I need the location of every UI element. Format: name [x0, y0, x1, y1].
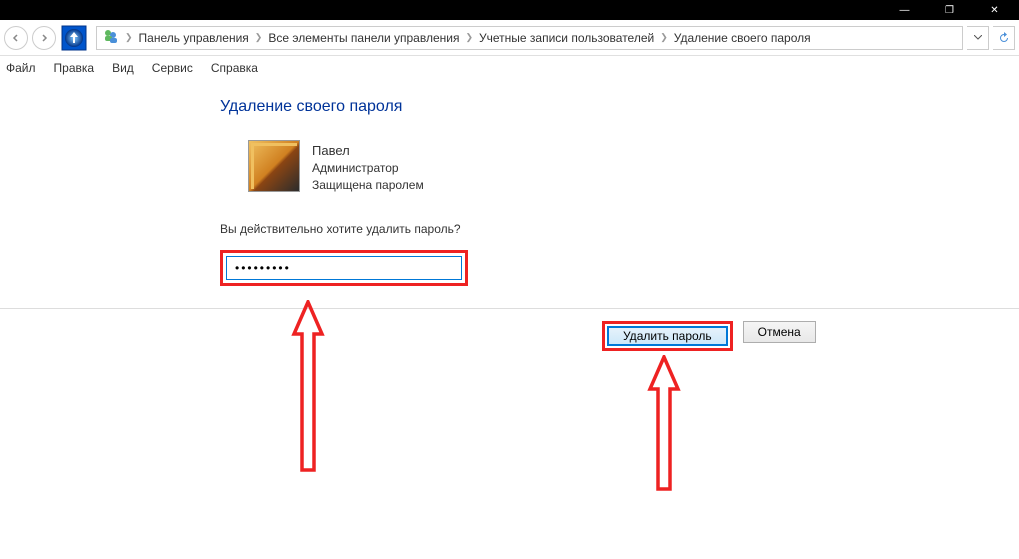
toolbar: ❯ Панель управления ❯ Все элементы панел…: [0, 20, 1019, 56]
user-role: Администратор: [312, 160, 424, 177]
chevron-right-icon: ❯: [255, 32, 263, 43]
refresh-button[interactable]: [993, 26, 1015, 50]
breadcrumb-item-0[interactable]: Панель управления: [139, 31, 249, 45]
button-row: Удалить пароль Отмена: [0, 309, 1019, 351]
dropdown-button[interactable]: [967, 26, 989, 50]
chevron-right-icon: ❯: [660, 32, 668, 43]
highlight-box-delete: Удалить пароль: [602, 321, 733, 351]
menu-file[interactable]: Файл: [6, 61, 36, 75]
menubar: Файл Правка Вид Сервис Справка: [0, 56, 1019, 80]
address-bar[interactable]: ❯ Панель управления ❯ Все элементы панел…: [96, 26, 963, 50]
menu-view[interactable]: Вид: [112, 61, 134, 75]
user-status: Защищена паролем: [312, 177, 424, 194]
window-titlebar: — ❐ ✕: [0, 0, 1019, 20]
cancel-button[interactable]: Отмена: [743, 321, 816, 343]
breadcrumb-item-1[interactable]: Все элементы панели управления: [268, 31, 459, 45]
user-name: Павел: [312, 142, 424, 160]
breadcrumb-item-2[interactable]: Учетные записи пользователей: [479, 31, 654, 45]
page-title: Удаление своего пароля: [220, 98, 1019, 116]
highlight-box-password: [220, 250, 468, 286]
close-button[interactable]: ✕: [972, 0, 1017, 20]
users-icon: [103, 28, 119, 47]
up-square-icon[interactable]: [60, 24, 88, 52]
arrow-annotation-icon: [644, 355, 684, 493]
main-content: Удаление своего пароля Павел Администрат…: [0, 80, 1019, 292]
chevron-right-icon: ❯: [125, 32, 133, 43]
user-avatar-icon: [248, 140, 300, 192]
password-input[interactable]: [226, 256, 462, 280]
user-block: Павел Администратор Защищена паролем: [248, 140, 1019, 194]
delete-password-button[interactable]: Удалить пароль: [607, 326, 728, 346]
menu-edit[interactable]: Правка: [54, 61, 95, 75]
menu-service[interactable]: Сервис: [152, 61, 193, 75]
maximize-button[interactable]: ❐: [927, 0, 972, 20]
back-button[interactable]: [4, 26, 28, 50]
forward-button[interactable]: [32, 26, 56, 50]
prompt-text: Вы действительно хотите удалить пароль?: [220, 222, 1019, 236]
chevron-right-icon: ❯: [465, 32, 473, 43]
breadcrumb-item-3[interactable]: Удаление своего пароля: [674, 31, 811, 45]
menu-help[interactable]: Справка: [211, 61, 258, 75]
user-info: Павел Администратор Защищена паролем: [312, 140, 424, 194]
minimize-button[interactable]: —: [882, 0, 927, 20]
